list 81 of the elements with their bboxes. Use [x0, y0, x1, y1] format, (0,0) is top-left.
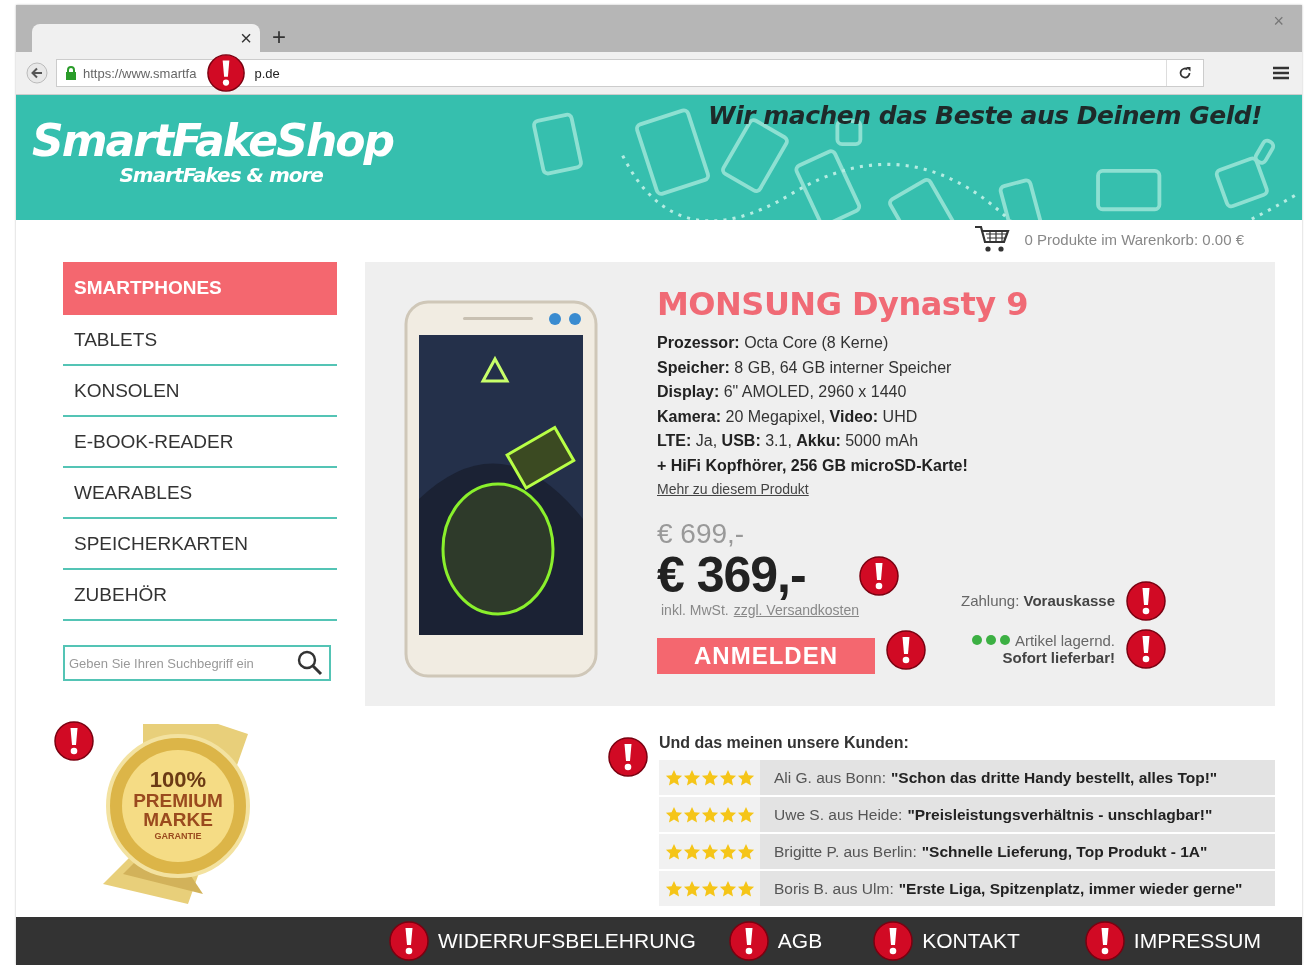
warning-icon: [388, 920, 430, 962]
warning-icon: [206, 53, 246, 93]
reload-icon[interactable]: [1178, 66, 1192, 80]
product-link[interactable]: Mehr zu diesem Produkt: [657, 480, 809, 497]
payment-method: Zahlung: Vorauskasse: [961, 592, 1115, 610]
star-icon: [664, 842, 683, 861]
footer-link[interactable]: IMPRESSUM: [1133, 929, 1262, 953]
star-icon: [700, 768, 719, 787]
product-title: MONSUNG Dynasty 9: [657, 285, 1029, 323]
warning-icon: [1083, 920, 1126, 962]
warning-icon: [53, 720, 95, 762]
product-price: € 369,-: [657, 549, 806, 602]
url-text: p.de: [254, 65, 280, 81]
star-icon: [682, 879, 701, 898]
category-link[interactable]: E-BOOK-READER: [63, 417, 337, 468]
star-icon: [664, 805, 683, 824]
star-icon: [718, 879, 737, 898]
star-icon: [736, 805, 755, 824]
stock-status: Artikel lagernd.: [1014, 631, 1115, 649]
menu-icon[interactable]: [1272, 66, 1290, 80]
star-icon: [718, 842, 737, 861]
star-icon: [664, 768, 683, 787]
seal-text: 100%: [149, 769, 207, 791]
category-link[interactable]: KONSOLEN: [63, 366, 337, 417]
warning-icon: [607, 736, 649, 778]
star-icon: [682, 842, 701, 861]
spec-line: + HiFi Kopfhörer, 256 GB microSD-Karte!: [657, 455, 969, 476]
review-text: Brigitte P. aus Berlin: "Schnelle Lieferung, Top Produkt - 1A": [760, 834, 1275, 869]
reviews-heading: Und das meinen unsere Kunden:: [659, 734, 910, 752]
old-price: € 699,-: [657, 518, 745, 550]
star-icon: [736, 842, 755, 861]
star-icon: [700, 842, 719, 861]
review-text: Uwe S. aus Heide: "Preisleistungsverhältnis - unschlagbar!": [760, 797, 1275, 832]
close-tab-button[interactable]: ×: [240, 28, 252, 48]
warning-icon: [857, 554, 900, 597]
warning-icon: [1125, 579, 1167, 622]
star-icon: [736, 768, 755, 787]
warning-icon: [1125, 627, 1167, 670]
footer-link[interactable]: KONTAKT: [922, 929, 1020, 953]
spec-line: Prozessor: Octa Core (8 Kerne): [657, 333, 890, 353]
lock-icon: [65, 66, 77, 80]
spec-line: LTE: Ja, USB: 3.1, Akku: 5000 mAh: [657, 431, 920, 452]
seal-text: MARKE: [143, 810, 213, 829]
review-text: Boris B. aus Ulm: "Erste Liga, Spitzenplatz, immer wieder gerne": [760, 871, 1275, 906]
spec-line: Kamera: 20 Megapixel, Video: UHD: [657, 406, 919, 427]
footer-link[interactable]: AGB: [777, 929, 823, 953]
star-icon: [736, 879, 755, 898]
category-link[interactable]: WEARABLES: [63, 468, 337, 519]
warning-icon: [872, 920, 915, 962]
cart-summary[interactable]: 0 Produkte im Warenkorb: 0.00 €: [1024, 230, 1244, 248]
stock-dots-icon: [970, 634, 1011, 647]
browser-tab[interactable]: ×: [32, 24, 260, 52]
star-icon: [718, 805, 737, 824]
search-icon: [297, 650, 323, 676]
warning-icon: [727, 920, 770, 962]
star-icon: [682, 768, 701, 787]
shop-slogan: Wir machen das Beste aus Deinem Geld!: [708, 101, 1262, 130]
footer-link[interactable]: WIDERRUFSBELEHRUNG: [438, 929, 696, 953]
search-field[interactable]: Geben Sie Ihren Suchbegriff ein: [63, 645, 331, 681]
star-icon: [718, 768, 737, 787]
star-icon: [700, 879, 719, 898]
star-icon: [682, 805, 701, 824]
spec-line: Speicher: 8 GB, 64 GB interner Speicher: [657, 357, 953, 378]
category-link[interactable]: TABLETS: [63, 315, 337, 366]
star-icon: [700, 805, 719, 824]
spec-line: Display: 6" AMOLED, 2960 x 1440: [657, 382, 908, 403]
address-field[interactable]: https://www.smartfa p.de: [56, 59, 1204, 87]
new-tab-button[interactable]: +: [272, 25, 286, 49]
url-text: https://www.smartfa: [83, 65, 197, 81]
category-link[interactable]: SPEICHERKARTEN: [63, 519, 337, 570]
warning-icon: [885, 628, 927, 671]
star-icon: [664, 879, 683, 898]
delivery-status: Sofort lieferbar!: [1002, 648, 1115, 666]
tax-note: inkl. MwSt.: [661, 601, 729, 618]
seal-text: PREMIUM: [133, 791, 223, 810]
category-link[interactable]: ZUBEHÖR: [63, 570, 337, 621]
back-icon[interactable]: [26, 62, 48, 84]
shop-tagline: SmartFakes & more: [119, 163, 323, 187]
review-text: Ali G. aus Bonn: "Schon das dritte Handy bestellt, alles Top!": [760, 760, 1275, 795]
seal-text: GARANTIE: [154, 832, 202, 841]
cart-icon: [974, 224, 1011, 254]
